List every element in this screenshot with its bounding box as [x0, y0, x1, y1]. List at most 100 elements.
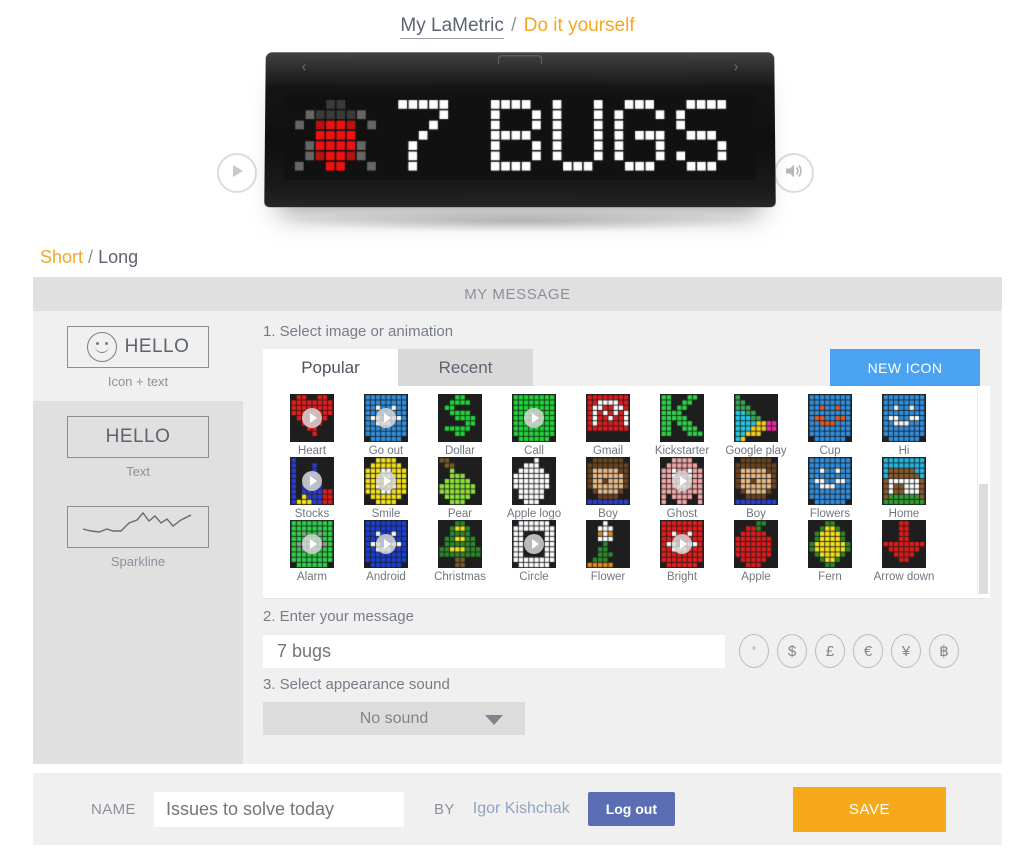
icon-thumbnail-alarm: [290, 520, 334, 568]
icon-thumbnail-home: [882, 457, 926, 505]
icon-grid-item[interactable]: Flower: [571, 520, 645, 583]
scrollbar-thumb[interactable]: [979, 484, 988, 594]
icon-grid-item-label: Android: [366, 571, 406, 583]
icon-thumbnail-circle: [512, 520, 556, 568]
icon-grid-scroll[interactable]: Heart Go out Dollar Call Gmail Kickstarter Goo…: [263, 386, 976, 598]
sidebar-item-sparkline-label: Sparkline: [110, 554, 166, 569]
icon-grid-item[interactable]: Dollar: [423, 394, 497, 457]
sound-select-value: No sound: [359, 709, 429, 727]
icon-grid-item-label: Flower: [590, 571, 626, 583]
sound-button[interactable]: [774, 153, 814, 193]
breadcrumb-current[interactable]: Do it yourself: [524, 15, 635, 36]
icon-grid-item[interactable]: Google play: [719, 394, 793, 457]
icon-grid-item[interactable]: Circle: [497, 520, 571, 583]
icon-grid-item-label: Flowers: [809, 508, 851, 520]
panel-content: 1. Select image or animation Popular Rec…: [243, 311, 1002, 764]
step3-label: 3. Select appearance sound: [263, 676, 450, 693]
message-input[interactable]: [263, 634, 725, 668]
icon-grid-item[interactable]: Arrow down: [867, 520, 941, 583]
icon-thumbnail-smile: [364, 457, 408, 505]
icon-grid-item[interactable]: Boy: [719, 457, 793, 520]
icon-grid-item[interactable]: Call: [497, 394, 571, 457]
smiley-icon: [86, 332, 117, 362]
tab-short[interactable]: Short: [40, 247, 83, 267]
icon-grid-item[interactable]: Go out: [349, 394, 423, 457]
icon-grid-item[interactable]: Boy: [571, 457, 645, 520]
tab-long[interactable]: Long: [98, 247, 138, 267]
tab-popular[interactable]: Popular: [263, 349, 398, 386]
icon-grid-item[interactable]: Ghost: [645, 457, 719, 520]
icon-grid-item-label: Circle: [519, 571, 549, 583]
logout-button[interactable]: Log out: [587, 792, 675, 826]
currency-button-pound[interactable]: £: [815, 634, 845, 668]
sidebar-item-text[interactable]: HELLO Text: [33, 401, 243, 491]
sidebar-item-sparkline[interactable]: Sparkline: [33, 491, 243, 581]
icon-grid-item[interactable]: Android: [349, 520, 423, 583]
sidebar-item-icon-text[interactable]: HELLO Icon + text: [33, 311, 243, 401]
icon-grid-item-label: Fern: [818, 571, 842, 583]
play-overlay-icon: [672, 534, 692, 554]
icon-thumbnail-boy: [734, 457, 778, 505]
icon-grid-container: Heart Go out Dollar Call Gmail Kickstarter Goo…: [263, 386, 990, 599]
currency-button-euro[interactable]: €: [853, 634, 883, 668]
icon-grid-item[interactable]: Heart: [275, 394, 349, 457]
message-row: °$£€¥฿: [263, 634, 990, 668]
icon-grid-item[interactable]: Flowers: [793, 457, 867, 520]
icon-grid-item[interactable]: Apple logo: [497, 457, 571, 520]
currency-button-degree[interactable]: °: [739, 634, 769, 668]
name-label: NAME: [91, 800, 136, 818]
icon-thumbnail-fern: [808, 520, 852, 568]
icon-grid-item-label: Heart: [297, 445, 327, 457]
name-input[interactable]: [153, 791, 404, 827]
icon-grid-item[interactable]: Alarm: [275, 520, 349, 583]
currency-button-yen[interactable]: ¥: [891, 634, 921, 668]
icon-grid-item[interactable]: Gmail: [571, 394, 645, 457]
icon-grid-item[interactable]: Home: [867, 457, 941, 520]
author-name[interactable]: Igor Kishchak: [473, 800, 570, 818]
currency-button-bitcoin[interactable]: ฿: [929, 634, 959, 668]
icon-grid-item-label: Home: [888, 508, 920, 520]
icon-grid-item[interactable]: Hi: [867, 394, 941, 457]
icon-grid-item-label: Ghost: [666, 508, 698, 520]
lametric-diy-page: My LaMetric / Do it yourself ‹ › Short /…: [0, 0, 1035, 855]
icon-thumbnail-heart: [290, 394, 334, 442]
device-shadow: [280, 210, 760, 232]
icon-grid-item[interactable]: Apple: [719, 520, 793, 583]
play-overlay-icon: [302, 408, 322, 428]
device-top-panel: ‹ ›: [265, 52, 775, 86]
icon-thumbnail-cup: [808, 394, 852, 442]
icon-grid-item[interactable]: Cup: [793, 394, 867, 457]
icon-thumbnail-arrow-down: [882, 520, 926, 568]
currency-button-dollar[interactable]: $: [777, 634, 807, 668]
icon-grid-item-label: Boy: [598, 508, 618, 520]
sound-select[interactable]: No sound: [263, 702, 525, 735]
icon-thumbnail-android: [364, 520, 408, 568]
chevron-left-icon: ‹: [301, 58, 307, 76]
new-icon-button[interactable]: NEW ICON: [830, 349, 980, 386]
icon-grid-item-label: Go out: [368, 445, 404, 457]
sparkline-preview: [67, 506, 209, 548]
play-overlay-icon: [376, 471, 396, 491]
play-button[interactable]: [217, 153, 257, 193]
icon-grid-item[interactable]: Stocks: [275, 457, 349, 520]
icon-grid-item-label: Christmas: [434, 571, 486, 583]
icon-thumbnail-christmas: [438, 520, 482, 568]
icon-grid-item[interactable]: Pear: [423, 457, 497, 520]
icon-grid-item[interactable]: Kickstarter: [645, 394, 719, 457]
bottom-bar: NAME BY Igor Kishchak Log out SAVE: [33, 773, 1002, 845]
tab-recent[interactable]: Recent: [398, 349, 533, 386]
play-overlay-icon: [302, 534, 322, 554]
device-screen-canvas: [283, 94, 757, 181]
play-overlay-icon: [302, 471, 322, 491]
icon-grid-scrollbar[interactable]: [977, 388, 988, 596]
icon-grid-item[interactable]: Smile: [349, 457, 423, 520]
breadcrumb-root[interactable]: My LaMetric: [400, 15, 504, 39]
icon-grid-item-label: Hi: [898, 445, 910, 457]
step2-label: 2. Enter your message: [263, 608, 414, 625]
play-overlay-icon: [524, 534, 544, 554]
icon-grid-item[interactable]: Fern: [793, 520, 867, 583]
breadcrumb-separator: /: [511, 15, 517, 36]
icon-grid-item[interactable]: Bright: [645, 520, 719, 583]
save-button[interactable]: SAVE: [793, 786, 946, 832]
icon-grid-item[interactable]: Christmas: [423, 520, 497, 583]
